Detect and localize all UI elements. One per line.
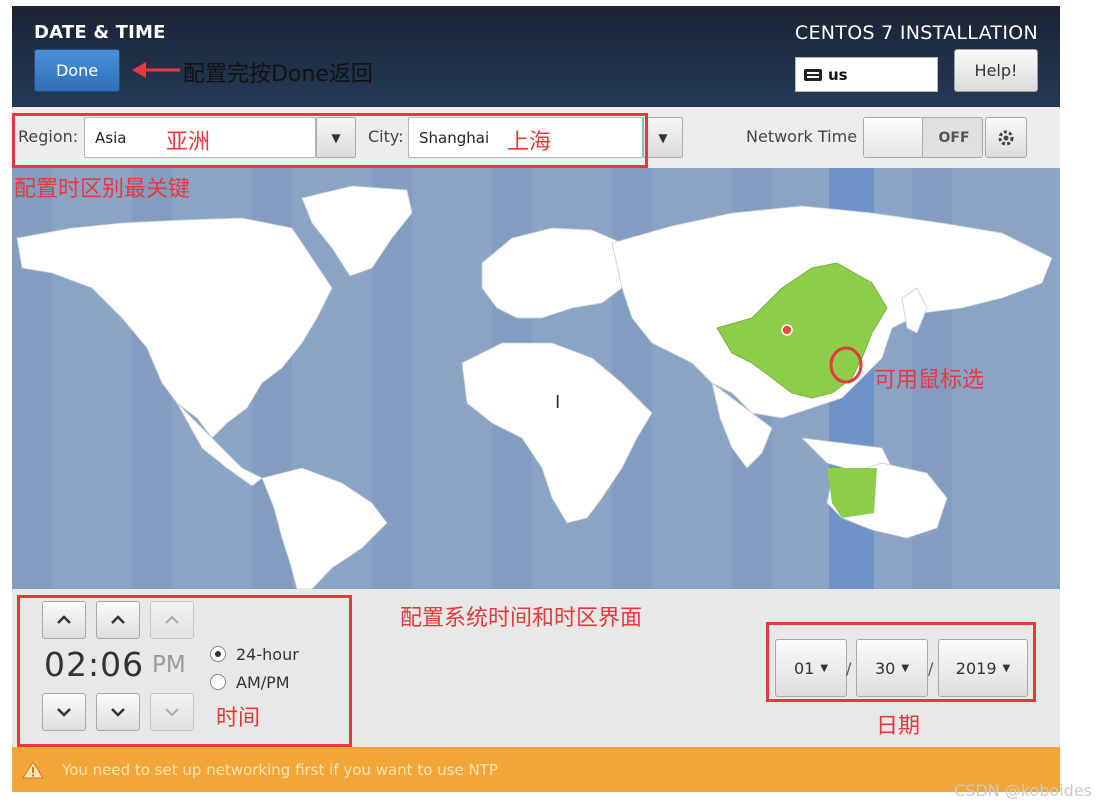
annotation-arrow-head — [132, 62, 146, 78]
annotation-date-note: 日期 — [876, 714, 921, 739]
annotation-time-note: 时间 — [216, 706, 261, 731]
annotation-box-date — [766, 622, 1036, 702]
annotation-box-region-city — [12, 113, 648, 168]
annotation-circle — [829, 346, 863, 384]
annotation-timezone-note: 配置时区别最关键 — [14, 177, 191, 202]
annotation-city-note: 上海 — [507, 130, 552, 155]
annotation-screen-note: 配置系统时间和时区界面 — [400, 606, 643, 631]
annotation-done-note: 配置完按Done返回 — [183, 62, 373, 87]
annotation-box-time — [17, 595, 352, 747]
watermark: CSDN @koboides — [954, 781, 1092, 800]
annotation-mouse-note: 可用鼠标选 — [874, 368, 985, 393]
annotation-region-note: 亚洲 — [166, 130, 211, 155]
